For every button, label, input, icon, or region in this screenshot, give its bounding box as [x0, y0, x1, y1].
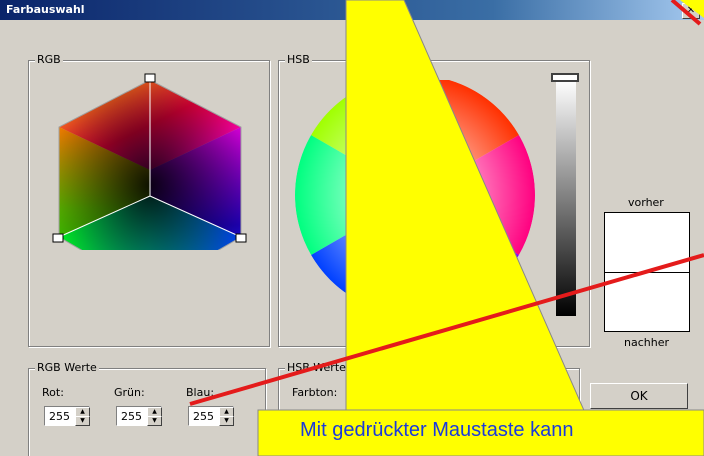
annotation-text: Mit gedrückter Maustaste kann	[300, 419, 574, 441]
annotation-overlay	[189, 0, 704, 456]
callout-pointer	[345, 0, 605, 456]
